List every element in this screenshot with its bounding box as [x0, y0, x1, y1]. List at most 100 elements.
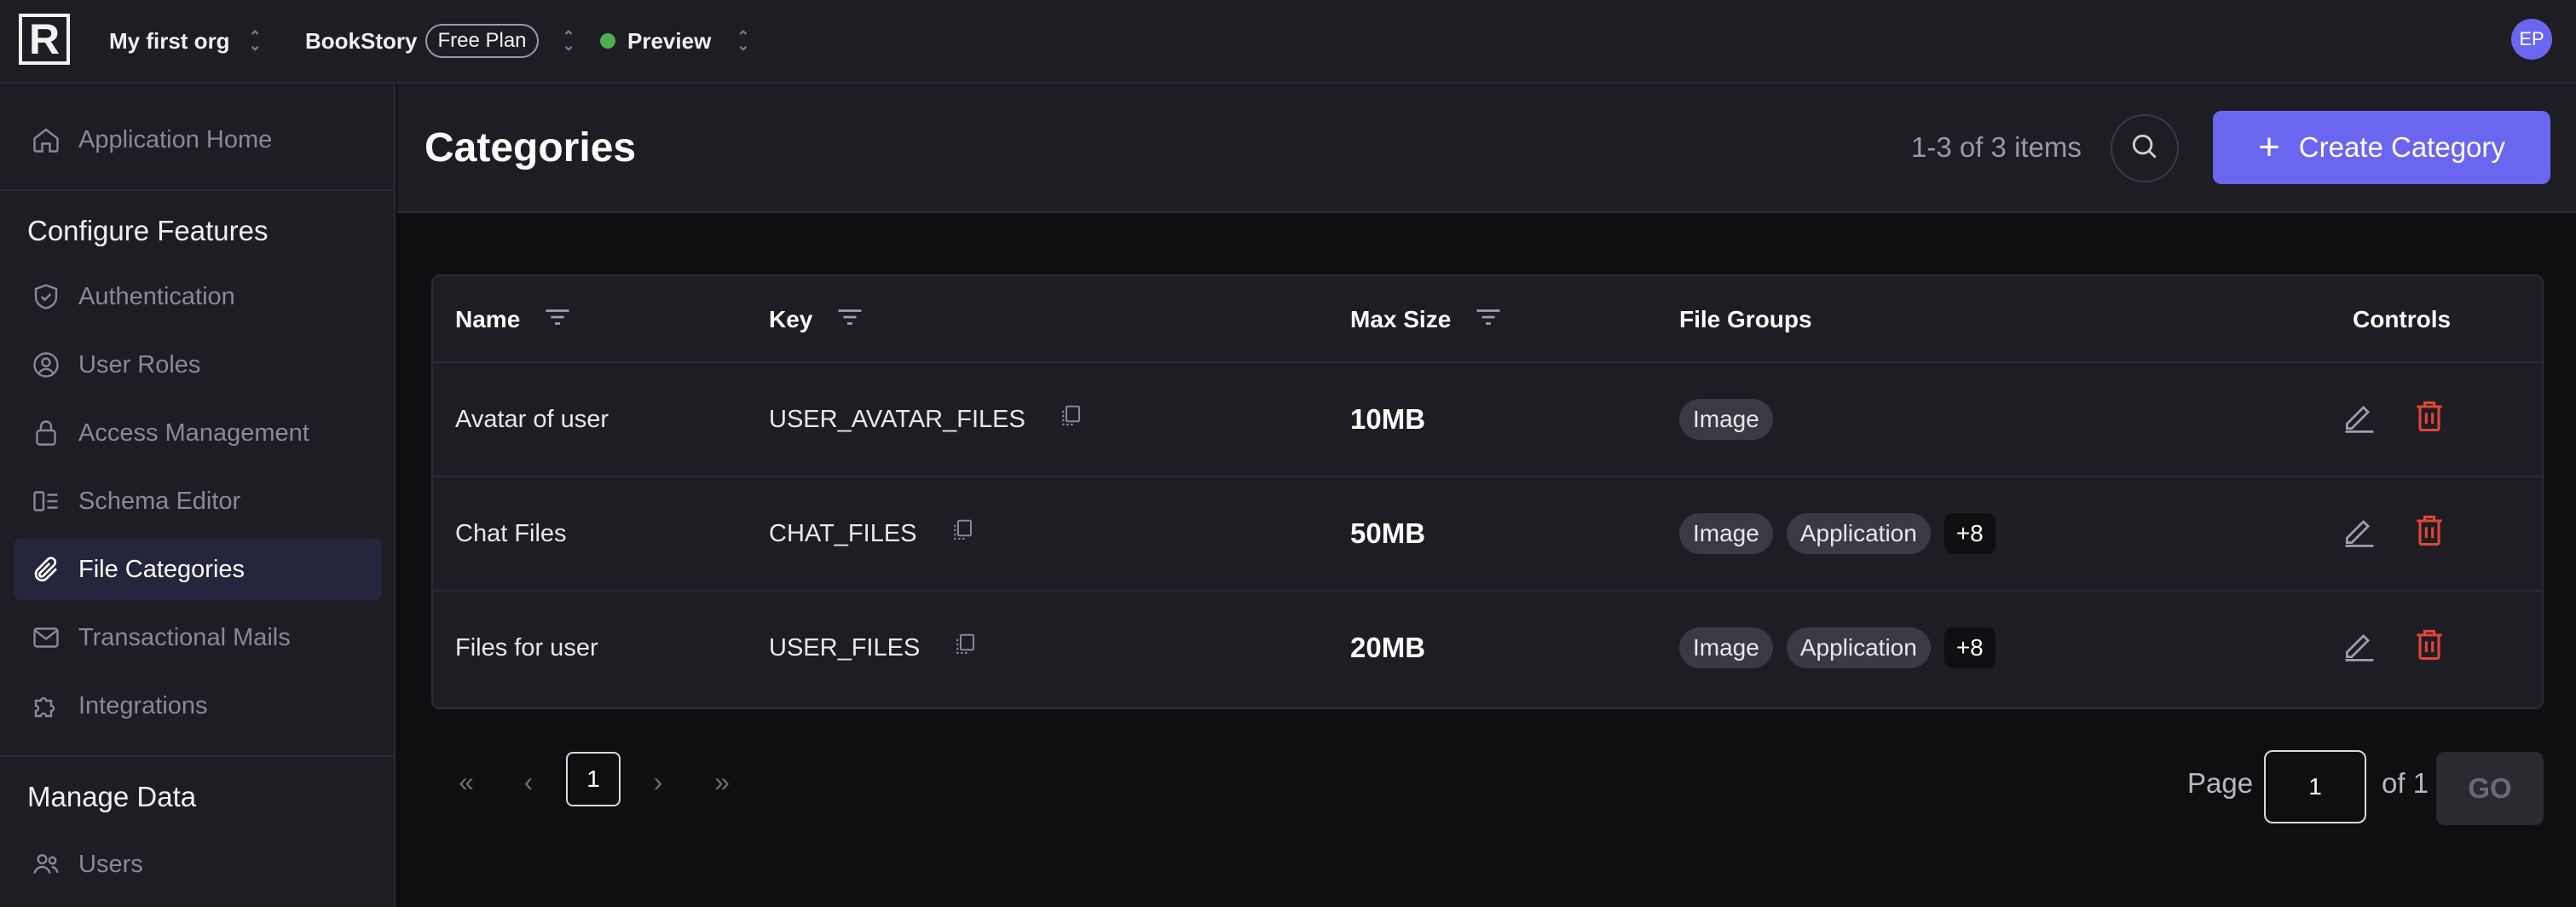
column-header-controls: Controls — [2353, 276, 2451, 363]
cell-key: USER_AVATAR_FILES — [769, 363, 1083, 476]
cell-controls — [2341, 477, 2448, 590]
sidebar-item-file-categories[interactable]: File Categories — [14, 539, 382, 600]
page-total-label: of 1 — [2382, 767, 2429, 799]
next-page-button[interactable]: › — [641, 757, 675, 806]
org-name: My first org — [109, 27, 230, 54]
sidebar-item-label: Schema Editor — [78, 487, 241, 515]
more-groups-badge[interactable]: +8 — [1944, 513, 1996, 554]
sidebar-item-application-home[interactable]: Application Home — [14, 109, 382, 170]
copy-icon[interactable] — [952, 632, 978, 664]
cell-key: USER_FILES — [769, 592, 978, 704]
sidebar-item-users[interactable]: Users — [14, 834, 382, 895]
file-group-chip: Image — [1679, 399, 1773, 440]
edit-icon[interactable] — [2341, 626, 2378, 670]
section-title-manage: Manage Data — [27, 781, 197, 812]
table-row: Chat Files CHAT_FILES 50MB Image Applica… — [433, 476, 2542, 590]
filter-icon[interactable] — [1473, 304, 1504, 336]
plus-icon: + — [2258, 126, 2280, 168]
sidebar-item-schema-editor[interactable]: Schema Editor — [14, 471, 382, 532]
column-header-label: Controls — [2353, 306, 2452, 332]
sidebar-item-label: Users — [78, 850, 143, 878]
cell-max-size: 20MB — [1350, 632, 1426, 663]
environment-switcher[interactable]: Preview ⌃ ⌄ — [600, 0, 749, 82]
go-button[interactable]: GO — [2436, 752, 2544, 825]
first-page-button[interactable]: « — [445, 757, 488, 806]
chevron-updown-icon: ⌃ ⌄ — [248, 28, 262, 54]
app-logo[interactable]: R — [19, 14, 70, 65]
file-group-chip: Image — [1679, 513, 1773, 554]
cell-name: Avatar of user — [455, 405, 609, 433]
last-page-button[interactable]: » — [701, 757, 743, 806]
sidebar-item-access-management[interactable]: Access Management — [14, 402, 382, 464]
column-header-max-size[interactable]: Max Size — [1350, 276, 1504, 363]
sidebar-item-transactional-mails[interactable]: Transactional Mails — [14, 607, 382, 668]
home-icon — [29, 123, 63, 157]
sidebar-item-integrations[interactable]: Integrations — [14, 675, 382, 737]
create-category-button[interactable]: + Create Category — [2213, 111, 2550, 184]
cell-controls — [2341, 592, 2448, 704]
app-name: BookStory — [305, 27, 418, 54]
key-text: USER_AVATAR_FILES — [769, 405, 1025, 433]
page-number-input[interactable] — [2264, 750, 2366, 823]
column-header-key[interactable]: Key — [769, 276, 865, 363]
org-switcher[interactable]: My first org ⌃ ⌄ — [109, 0, 262, 82]
sidebar-item-user-roles[interactable]: User Roles — [14, 334, 382, 396]
page-label: Page — [2187, 767, 2254, 799]
filter-icon[interactable] — [835, 304, 865, 336]
copy-icon[interactable] — [1058, 403, 1083, 436]
column-header-name[interactable]: Name — [455, 276, 573, 363]
search-icon — [2128, 130, 2161, 167]
filter-icon[interactable] — [542, 304, 573, 336]
app-switcher[interactable]: BookStory Free Plan ⌃ ⌄ — [305, 0, 575, 82]
search-button[interactable] — [2111, 114, 2179, 182]
sidebar-divider — [0, 755, 396, 757]
column-header-label: Max Size — [1350, 306, 1452, 332]
sidebar-item-label: Integrations — [78, 691, 208, 719]
double-chevron-right-icon: » — [714, 765, 730, 797]
status-dot-icon — [600, 33, 615, 49]
more-groups-badge[interactable]: +8 — [1944, 627, 1996, 668]
schema-icon — [29, 484, 63, 518]
user-avatar[interactable]: EP — [2511, 19, 2552, 60]
previous-page-button[interactable]: ‹ — [511, 757, 546, 806]
edit-icon[interactable] — [2341, 511, 2378, 556]
page-title: Categories — [425, 125, 637, 170]
cell-name: Files for user — [455, 633, 598, 661]
paperclip-icon — [29, 552, 63, 586]
cell-file-groups: Image — [1679, 363, 1787, 476]
sidebar-item-authentication[interactable]: Authentication — [14, 266, 382, 327]
delete-icon[interactable] — [2411, 397, 2448, 442]
key-text: CHAT_FILES — [769, 519, 917, 547]
top-bar: R My first org ⌃ ⌄ BookStory Free Plan ⌃ ⌄… — [0, 0, 2576, 84]
cell-controls — [2341, 363, 2448, 476]
table-row: Avatar of user USER_AVATAR_FILES 10MB Im… — [433, 361, 2542, 476]
sidebar-item-label: User Roles — [78, 350, 201, 378]
sidebar-item-label: Transactional Mails — [78, 623, 291, 651]
edit-icon[interactable] — [2341, 397, 2378, 442]
sidebar-item-label: Access Management — [78, 419, 309, 447]
section-title-configure: Configure Features — [27, 215, 269, 246]
sidebar-divider — [0, 189, 396, 191]
lock-icon — [29, 416, 63, 450]
cell-max-size: 10MB — [1350, 403, 1426, 435]
key-text: USER_FILES — [769, 633, 921, 661]
file-group-chip: Application — [1786, 513, 1931, 554]
table-row: Files for user USER_FILES 20MB Image App… — [433, 590, 2542, 704]
chevron-left-icon: ‹ — [523, 765, 534, 797]
file-group-chip: Image — [1679, 627, 1773, 668]
delete-icon[interactable] — [2411, 511, 2448, 556]
cell-key: CHAT_FILES — [769, 477, 975, 590]
sidebar-item-label: Application Home — [78, 125, 273, 153]
column-header-label: File Groups — [1679, 306, 1812, 332]
delete-icon[interactable] — [2411, 626, 2448, 670]
page-header: Categories 1-3 of 3 items + Create Categ… — [397, 84, 2576, 213]
mail-icon — [29, 621, 63, 655]
chevron-updown-icon: ⌃ ⌄ — [562, 28, 575, 54]
cell-name: Chat Files — [455, 519, 567, 547]
current-page-button[interactable]: 1 — [566, 752, 621, 806]
cell-file-groups: Image Application +8 — [1679, 477, 2009, 590]
column-header-label: Name — [455, 306, 521, 332]
categories-table: Name Key Max Size File Groups Controls A… — [431, 274, 2544, 709]
copy-icon[interactable] — [950, 517, 975, 550]
sidebar: Application Home Configure Features Auth… — [0, 84, 396, 907]
